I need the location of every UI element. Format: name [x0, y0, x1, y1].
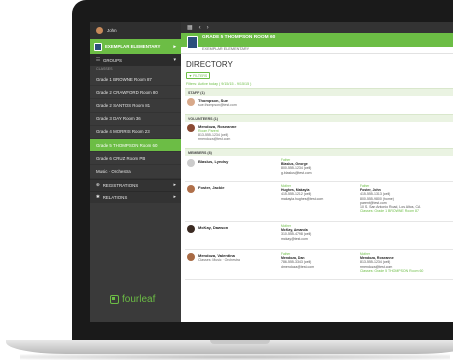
member-note: Classes: Music · Orchestra — [198, 258, 241, 262]
school-crest-icon — [94, 42, 102, 51]
fourleaf-logo: fourleaf — [110, 294, 155, 305]
members-list: Blaslus, Lyndsy Father Blaslus, George 800-… — [181, 156, 453, 280]
parent-detail: 800-555-1234 (cell) — [281, 166, 312, 171]
forward-arrow-icon[interactable]: › — [207, 25, 209, 31]
sidebar-class-item[interactable]: Grade 3 DAY Room 36 — [90, 113, 181, 126]
volunteer-entry[interactable]: Mendoza, Roseanne Room Parent 813-555-12… — [181, 122, 453, 148]
relations-label: RELATIONS — [102, 194, 128, 200]
laptop-shadow — [20, 354, 450, 360]
grid-menu-icon[interactable]: ▦ — [187, 24, 193, 31]
chevron-down-icon: ▾ — [173, 57, 176, 63]
parent-contact[interactable]: Mother McKay, Amanda 310-555-4798 (cell) mc… — [281, 224, 311, 241]
school-selector[interactable]: EXEMPLAR ELEMENTARY ▸ — [90, 39, 181, 54]
parent-classes: Classes: Grade 1 BROWNE Room 87 — [360, 209, 419, 214]
sidebar-item-registrations[interactable]: ⊕ REGISTRATIONS ▸ — [90, 178, 181, 191]
avatar — [187, 98, 195, 106]
class-header: GRADE 5 THOMPSON ROOM 60 — [181, 33, 453, 49]
relations-icon: ✱ — [96, 194, 100, 199]
user-name: John — [107, 28, 117, 33]
member-info: Foster, Jackie — [187, 185, 224, 193]
member-name: McKay, Dawson — [198, 225, 229, 230]
staff-email: sue.thompson@test.com — [198, 103, 237, 107]
sidebar-item-groups[interactable]: ☷ GROUPS ▾ — [90, 54, 181, 66]
parent-detail: mckay@test.com — [281, 236, 308, 241]
page-title: GRADE 5 THOMPSON ROOM 60 — [202, 35, 276, 40]
chevron-right-icon: ▸ — [173, 43, 176, 50]
classes-label: CLASSES — [96, 67, 113, 71]
staff-entry[interactable]: Thompson, Sue sue.thompson@test.com — [181, 96, 453, 114]
page-subtitle: EXEMPLAR ELEMENTARY — [181, 47, 453, 54]
chevron-right-icon: ▸ — [173, 194, 176, 200]
sidebar-class-item[interactable]: Grade 1 BROWNE Room 87 — [90, 73, 181, 87]
back-arrow-icon[interactable]: ‹ — [199, 25, 201, 31]
parent-contact[interactable]: Father Mendoza, Dan 786-555-3343 (cell) dme… — [281, 252, 314, 269]
staff-heading: STAFF (1) — [185, 88, 453, 96]
sidebar-class-item[interactable]: Grade 5 THOMPSON Room 60 — [90, 138, 181, 153]
registrations-label: REGISTRATIONS — [102, 182, 139, 188]
avatar — [187, 253, 195, 261]
top-toolbar: ▦ ‹ › — [181, 22, 453, 33]
avatar — [187, 225, 195, 233]
groups-label: GROUPS — [102, 57, 122, 63]
member-row[interactable]: McKay, Dawson Mother McKay, Amanda 310-555-… — [185, 222, 453, 250]
laptop-scene: John EXEMPLAR ELEMENTARY ▸ ☷ GROUPS ▾ CL… — [0, 0, 453, 364]
member-info: Blaslus, Lyndsy — [187, 159, 228, 167]
groups-icon: ☷ — [96, 57, 100, 62]
filters-summary: Filters: Active today ( 9/15/15 - 9/15/1… — [186, 82, 252, 86]
sidebar-class-item[interactable]: Grade 6 CRUZ Room PB — [90, 152, 181, 166]
sidebar-class-item[interactable]: Music · Orchestra — [90, 165, 181, 179]
sidebar-class-item[interactable]: Grade 4 MORRIS Room 23 — [90, 126, 181, 139]
parent-classes: Classes: Grade 5 THOMPSON Room 60 — [360, 268, 424, 273]
user-menu[interactable]: John — [90, 22, 181, 39]
avatar — [187, 124, 195, 132]
parent-contact[interactable]: Mother Hughes, Makayla 415-555-1212 (cell)… — [281, 184, 323, 201]
member-info: McKay, Dawson — [187, 225, 228, 233]
school-crest-icon — [187, 36, 198, 49]
main-panel: ▦ ‹ › GRADE 5 THOMPSON ROOM 60 EXEMPLAR … — [181, 22, 453, 322]
parent-detail: makayla.hughes@test.com — [281, 196, 324, 201]
parent-detail: 786-555-3343 (cell) — [281, 260, 312, 265]
class-list: Grade 1 BROWNE Room 87 Grade 2 CRAWFORD R… — [90, 73, 181, 179]
members-heading: MEMBERS (8) — [185, 148, 453, 156]
sidebar-class-item[interactable]: Grade 2 CRAWFORD Room 80 — [90, 86, 181, 100]
avatar — [96, 27, 103, 34]
member-info: Mendoza, Valentina Classes: Music · Orche… — [187, 253, 240, 262]
parent-detail: dmendoza@test.com — [281, 264, 315, 269]
avatar — [187, 159, 195, 167]
directory-title: DIRECTORY — [186, 60, 233, 69]
filters-button[interactable]: ▼ FILTERS — [186, 72, 210, 79]
sidebar-item-relations[interactable]: ✱ RELATIONS ▸ — [90, 190, 181, 203]
registrations-icon: ⊕ — [96, 182, 100, 187]
member-row[interactable]: Blaslus, Lyndsy Father Blaslus, George 800-… — [185, 156, 453, 182]
member-name: Foster, Jackie — [198, 185, 225, 190]
parent-contact[interactable]: Father Foster, John 415-555-1313 (cell) 800… — [360, 184, 420, 213]
parent-detail: 310-555-4798 (cell) — [281, 232, 312, 237]
chevron-right-icon: ▸ — [173, 182, 176, 188]
parent-detail: g.blaslus@test.com — [281, 170, 312, 175]
volunteer-email: rmendoza@test.com — [198, 137, 231, 142]
parent-contact[interactable]: Mother Mendoza, Roseanne 813-555-1234 (cel… — [360, 252, 423, 273]
app-screen: John EXEMPLAR ELEMENTARY ▸ ☷ GROUPS ▾ CL… — [90, 22, 453, 322]
member-name: Blaslus, Lyndsy — [198, 159, 229, 164]
avatar — [187, 185, 195, 193]
sidebar: John EXEMPLAR ELEMENTARY ▸ ☷ GROUPS ▾ CL… — [90, 22, 181, 322]
parent-contact[interactable]: Father Blaslus, George 800-555-1234 (cell)… — [281, 158, 312, 175]
fourleaf-logo-icon — [110, 295, 119, 304]
member-row[interactable]: Foster, Jackie Mother Hughes, Makayla 415-5… — [185, 182, 453, 222]
laptop-notch — [210, 340, 270, 344]
sidebar-class-item[interactable]: Grade 2 SANTOS Room 81 — [90, 99, 181, 113]
school-name: EXEMPLAR ELEMENTARY — [105, 44, 161, 49]
volunteers-heading: VOLUNTEERS (1) — [185, 114, 453, 122]
logo-text: fourleaf — [122, 294, 156, 305]
member-row[interactable]: Mendoza, Valentina Classes: Music · Orche… — [185, 250, 453, 280]
